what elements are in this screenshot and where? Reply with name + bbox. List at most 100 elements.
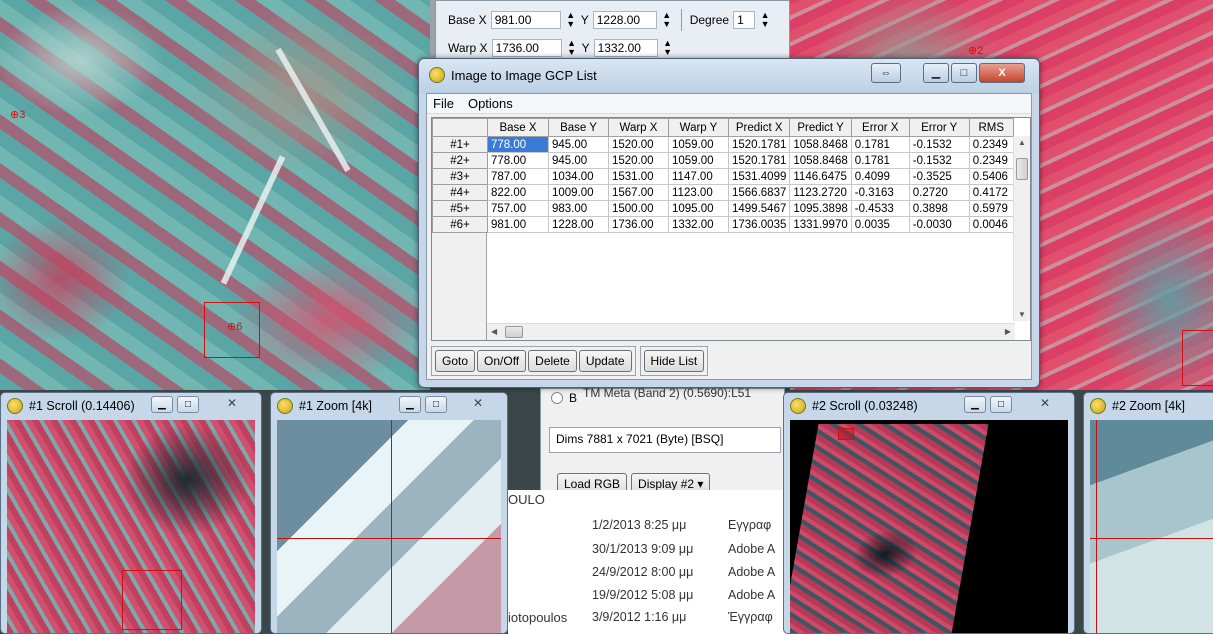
vertical-scrollbar[interactable]: ▲ ▼ — [1013, 136, 1030, 321]
maximize-button[interactable]: □ — [951, 63, 977, 83]
table-cell[interactable]: -0.0030 — [908, 216, 970, 233]
table-cell[interactable]: 1147.00 — [668, 168, 729, 185]
close-icon[interactable]: ✕ — [1040, 396, 1050, 410]
warp-y-field[interactable]: 1332.00 — [593, 39, 658, 57]
column-header[interactable]: Predict Y — [789, 118, 852, 137]
menu-options[interactable]: Options — [468, 96, 513, 111]
list-item[interactable]: 24/9/2012 8:00 μμ Adobe A — [592, 565, 775, 579]
goto-button[interactable]: Goto — [435, 350, 476, 372]
close-icon[interactable]: ✕ — [227, 396, 237, 410]
table-cell[interactable]: 1520.1781 — [727, 152, 791, 169]
table-cell[interactable]: 0.2349 — [968, 152, 1014, 169]
row-header[interactable]: #3+ — [432, 168, 488, 185]
table-cell[interactable]: 0.2720 — [908, 184, 970, 201]
table-cell[interactable]: 983.00 — [548, 200, 609, 217]
table-cell[interactable]: 0.5979 — [968, 200, 1014, 217]
scroll-thumb[interactable] — [505, 326, 523, 338]
table-cell[interactable]: 1059.00 — [668, 136, 729, 153]
table-cell[interactable]: 1123.2720 — [789, 184, 852, 201]
base-x-spinner-icon[interactable]: ▲ ▼ — [565, 11, 577, 29]
table-row[interactable]: #5+ 757.00 983.00 1500.00 1095.00 1499.5467 10… — [432, 200, 1014, 217]
scroll-zoom-box[interactable] — [122, 570, 182, 630]
list-item[interactable]: 3/9/2012 1:16 μμ Έγγραφ — [592, 610, 773, 624]
image-display-1[interactable]: ⊕6 ⊕3 — [0, 0, 430, 390]
table-row[interactable]: #1+ 778.00 945.00 1520.00 1059.00 1520.1781 10… — [432, 136, 1014, 153]
scroll-zoom-box[interactable] — [838, 428, 854, 440]
table-cell[interactable]: 1331.9970 — [789, 216, 852, 233]
table-cell[interactable]: 1058.8468 — [789, 152, 852, 169]
table-cell[interactable]: 1228.00 — [548, 216, 609, 233]
column-header[interactable]: Warp X — [608, 118, 669, 137]
table-cell[interactable]: 1499.5467 — [727, 200, 791, 217]
table-cell[interactable]: 0.2349 — [968, 136, 1014, 153]
close-icon[interactable]: ✕ — [473, 396, 483, 410]
delete-button[interactable]: Delete — [528, 350, 577, 372]
list-item[interactable]: 1/2/2013 8:25 μμ Εγγραφ — [592, 518, 771, 532]
menu-file[interactable]: File — [433, 96, 454, 111]
table-cell[interactable]: 822.00 — [487, 184, 549, 201]
row-header[interactable]: #1+ — [432, 136, 488, 153]
table-cell[interactable]: 0.4099 — [850, 168, 910, 185]
update-button[interactable]: Update — [578, 350, 632, 372]
table-cell[interactable]: 981.00 — [487, 216, 549, 233]
table-cell[interactable]: 0.4172 — [968, 184, 1014, 201]
row-header[interactable]: #5+ — [432, 200, 488, 217]
column-header[interactable]: RMS — [968, 118, 1014, 137]
degree-field[interactable]: 1 — [733, 11, 756, 29]
title-bar[interactable]: Image to Image GCP List ⇔ ▁ □ X — [419, 59, 1039, 93]
minimize-button[interactable]: ▁ — [923, 63, 949, 83]
table-cell[interactable]: 1095.00 — [668, 200, 729, 217]
row-header[interactable]: #2+ — [432, 152, 488, 169]
base-x-field[interactable]: 981.00 — [490, 11, 561, 29]
scroll-right-icon[interactable]: ▶ — [1005, 327, 1011, 336]
table-cell[interactable]: 1520.00 — [608, 152, 669, 169]
table-cell[interactable]: -0.1532 — [908, 136, 970, 153]
close-button[interactable]: X — [979, 63, 1025, 83]
table-cell[interactable]: 787.00 — [487, 168, 549, 185]
scroll-up-icon[interactable]: ▲ — [1018, 138, 1026, 147]
column-header[interactable]: Error Y — [908, 118, 970, 137]
table-cell[interactable]: 1095.3898 — [789, 200, 852, 217]
minimize-button[interactable]: ▁ — [399, 396, 421, 413]
table-row[interactable]: #6+ 981.00 1228.00 1736.00 1332.00 1736.0035 1… — [432, 216, 1014, 233]
scroll-left-icon[interactable]: ◀ — [491, 327, 497, 336]
table-cell[interactable]: 1123.00 — [668, 184, 729, 201]
table-cell[interactable]: 1332.00 — [668, 216, 729, 233]
table-cell[interactable]: 1531.00 — [608, 168, 669, 185]
resize-arrows-icon[interactable]: ⇔ — [871, 63, 901, 83]
list-item[interactable]: 19/9/2012 5:08 μμ Adobe A — [592, 588, 775, 602]
on-off-button[interactable]: On/Off — [477, 350, 527, 372]
band-radio-button[interactable] — [551, 392, 563, 404]
zoom-view-2[interactable] — [1090, 420, 1213, 633]
minimize-button[interactable]: ▁ — [964, 396, 986, 413]
base-y-field[interactable]: 1228.00 — [592, 11, 657, 29]
row-header[interactable]: #6+ — [432, 216, 488, 233]
warp-y-spinner-icon[interactable]: ▲ ▼ — [662, 39, 674, 57]
table-cell[interactable]: 1520.00 — [608, 136, 669, 153]
table-row[interactable]: #3+ 787.00 1034.00 1531.00 1147.00 1531.4099 1… — [432, 168, 1014, 185]
maximize-button[interactable]: □ — [177, 396, 199, 413]
table-cell[interactable]: 0.1781 — [850, 136, 910, 153]
horizontal-scrollbar[interactable]: ◀ ▶ — [487, 323, 1015, 340]
table-cell[interactable]: -0.4533 — [850, 200, 910, 217]
table-cell[interactable]: 757.00 — [487, 200, 549, 217]
table-cell[interactable]: 945.00 — [548, 136, 609, 153]
table-cell[interactable]: -0.1532 — [908, 152, 970, 169]
table-cell[interactable]: 1567.00 — [608, 184, 669, 201]
column-header[interactable]: Base Y — [548, 118, 609, 137]
table-cell[interactable]: 0.0035 — [850, 216, 910, 233]
table-cell[interactable]: 1520.1781 — [727, 136, 791, 153]
table-cell[interactable]: 0.1781 — [850, 152, 910, 169]
column-header[interactable]: Error X — [850, 118, 910, 137]
maximize-button[interactable]: □ — [425, 396, 447, 413]
scroll-view-1[interactable] — [7, 420, 255, 633]
minimize-button[interactable]: ▁ — [151, 396, 173, 413]
base-y-spinner-icon[interactable]: ▲ ▼ — [661, 11, 673, 29]
table-cell[interactable]: -0.3525 — [908, 168, 970, 185]
table-cell[interactable]: 1531.4099 — [727, 168, 791, 185]
table-cell[interactable]: 1736.00 — [608, 216, 669, 233]
scroll-view-2[interactable] — [790, 420, 1068, 633]
scroll-thumb[interactable] — [1016, 158, 1028, 180]
table-cell[interactable]: 1736.0035 — [727, 216, 791, 233]
column-header[interactable]: Predict X — [727, 118, 791, 137]
